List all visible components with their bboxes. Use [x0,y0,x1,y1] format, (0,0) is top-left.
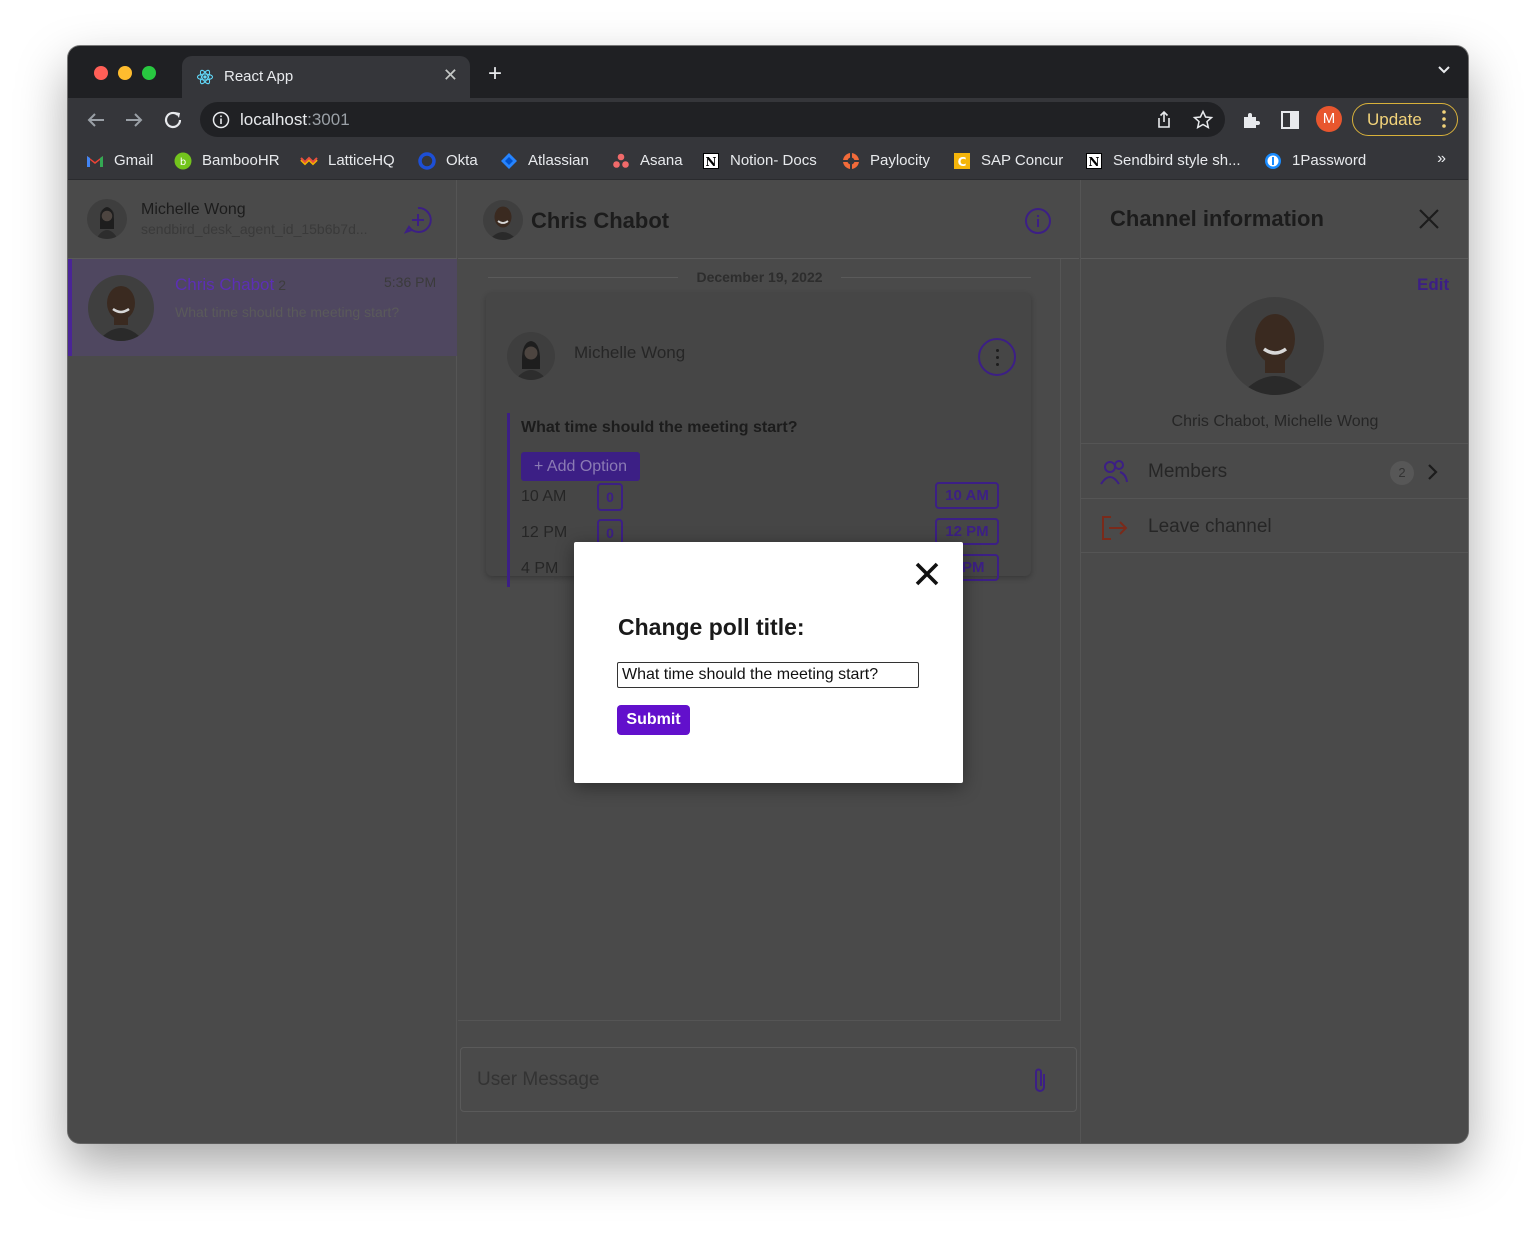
bookmarks-overflow-icon[interactable]: » [1437,150,1446,168]
bookmarks-bar: Gmail b BambooHR LatticeHQ Okta Atlassia… [68,142,1468,180]
poll-option-label: 10 AM [521,488,567,505]
tab-strip: React App ✕ + [68,46,1468,98]
poll-option-label: 12 PM [521,524,568,541]
poll-accent-bar [507,413,510,587]
close-icon[interactable] [1417,207,1441,231]
members-count-badge: 2 [1390,461,1414,485]
bamboohr-icon: b [174,152,192,170]
site-info-icon[interactable] [212,111,230,129]
1password-icon [1265,153,1281,169]
submit-button[interactable]: Submit [617,705,690,735]
svg-text:b: b [180,157,186,168]
channel-info-panel: Channel information Edit Chris Chabot, M… [1080,180,1468,1143]
conversation-avatar [483,200,523,240]
channel-avatar [88,275,154,341]
leave-channel-menu-item[interactable]: Leave channel [1081,498,1468,553]
paylocity-icon [842,152,860,170]
channel-list-item[interactable]: Chris Chabot 2 5:36 PM What time should t… [68,259,457,356]
svg-text:N: N [706,155,717,169]
minimize-window-button[interactable] [118,66,132,80]
current-user-name: Michelle Wong [141,201,246,218]
conversation-header: Chris Chabot [458,180,1079,259]
channel-members-names: Chris Chabot, Michelle Wong [1171,413,1379,430]
user-avatar[interactable] [87,199,127,239]
update-button[interactable]: Update [1352,103,1458,136]
back-arrow-icon[interactable] [84,108,108,132]
close-modal-icon[interactable] [913,560,941,588]
conversation-title: Chris Chabot [531,208,670,233]
maximize-window-button[interactable] [142,66,156,80]
channel-info-title: Channel information [1110,206,1324,231]
current-user-id: sendbird_desk_agent_id_15b6b7d... [141,221,368,237]
side-panel-icon[interactable] [1279,109,1301,131]
sender-avatar [507,332,555,380]
forward-arrow-icon[interactable] [122,108,146,132]
latticehq-icon [300,156,318,166]
svg-text:C: C [958,155,967,169]
message-menu-button[interactable] [978,338,1016,376]
add-option-button[interactable]: + Add Option [521,452,640,481]
browser-window: React App ✕ + localhost:3001 M Update Gm… [68,46,1468,1143]
poll-option-count: 0 [597,483,623,511]
app-area: Michelle Wong sendbird_desk_agent_id_15b… [68,180,1468,1143]
change-poll-title-modal: Change poll title: Submit [574,542,963,783]
browser-toolbar: localhost:3001 M Update [68,98,1468,142]
channel-last-time: 5:36 PM [384,274,437,290]
close-tab-icon[interactable]: ✕ [443,65,458,86]
svg-text:N: N [1089,155,1100,169]
channel-list-header: Michelle Wong sendbird_desk_agent_id_15b… [68,180,457,259]
leave-icon [1102,516,1128,540]
message-input-placeholder: User Message [477,1069,600,1090]
asana-icon [613,153,629,168]
okta-icon [418,152,436,170]
channel-member-count: 2 [278,277,287,293]
tab-search-chevron-icon[interactable] [1438,64,1450,76]
channel-name: Chris Chabot 2 [175,275,287,294]
date-separator: December 19, 2022 [458,269,1061,285]
poll-title: What time should the meeting start? [521,419,798,436]
reload-icon[interactable] [161,108,185,132]
share-icon[interactable] [1153,109,1175,131]
message-composer[interactable]: User Message [460,1047,1077,1112]
chevron-right-icon [1428,464,1438,480]
poll-title-input[interactable] [617,662,919,688]
react-logo-icon [196,69,214,85]
channel-info-avatar [1226,297,1324,395]
leave-channel-label: Leave channel [1148,516,1272,537]
url-text: localhost:3001 [240,110,350,129]
poll-message-card: Michelle Wong What time should the meeti… [486,293,1031,587]
channel-last-message: What time should the meeting start? [175,304,400,320]
members-menu-item[interactable]: Members 2 [1081,443,1468,498]
notion-icon: N [1086,153,1102,169]
tab-title: React App [224,68,294,85]
vote-button[interactable]: 10 AM [935,482,999,509]
create-channel-icon[interactable] [404,206,432,234]
atlassian-icon [501,153,517,169]
poll-option-label: 4 PM [521,560,559,577]
profile-avatar[interactable]: M [1316,106,1342,132]
channel-info-header: Channel information [1081,180,1468,259]
sap-concur-icon: C [954,153,970,169]
vote-button[interactable]: 12 PM [935,518,999,545]
extensions-puzzle-icon[interactable] [1240,109,1262,131]
notion-icon: N [703,153,719,169]
bookmark-star-icon[interactable] [1192,109,1214,131]
members-label: Members [1148,461,1228,482]
browser-tab[interactable]: React App ✕ [182,56,470,98]
new-tab-button[interactable]: + [488,60,502,88]
attachment-clip-icon[interactable] [1029,1066,1051,1096]
address-bar[interactable]: localhost:3001 [200,102,1225,137]
modal-title: Change poll title: [618,614,805,640]
channel-info-icon[interactable] [1024,207,1052,235]
message-sender-name: Michelle Wong [574,343,686,362]
edit-channel-button[interactable]: Edit [1417,275,1449,295]
members-icon [1100,460,1128,485]
gmail-icon [87,156,103,167]
channel-list-panel: Michelle Wong sendbird_desk_agent_id_15b… [68,180,457,1143]
chrome-menu-icon [1442,110,1446,128]
close-window-button[interactable] [94,66,108,80]
